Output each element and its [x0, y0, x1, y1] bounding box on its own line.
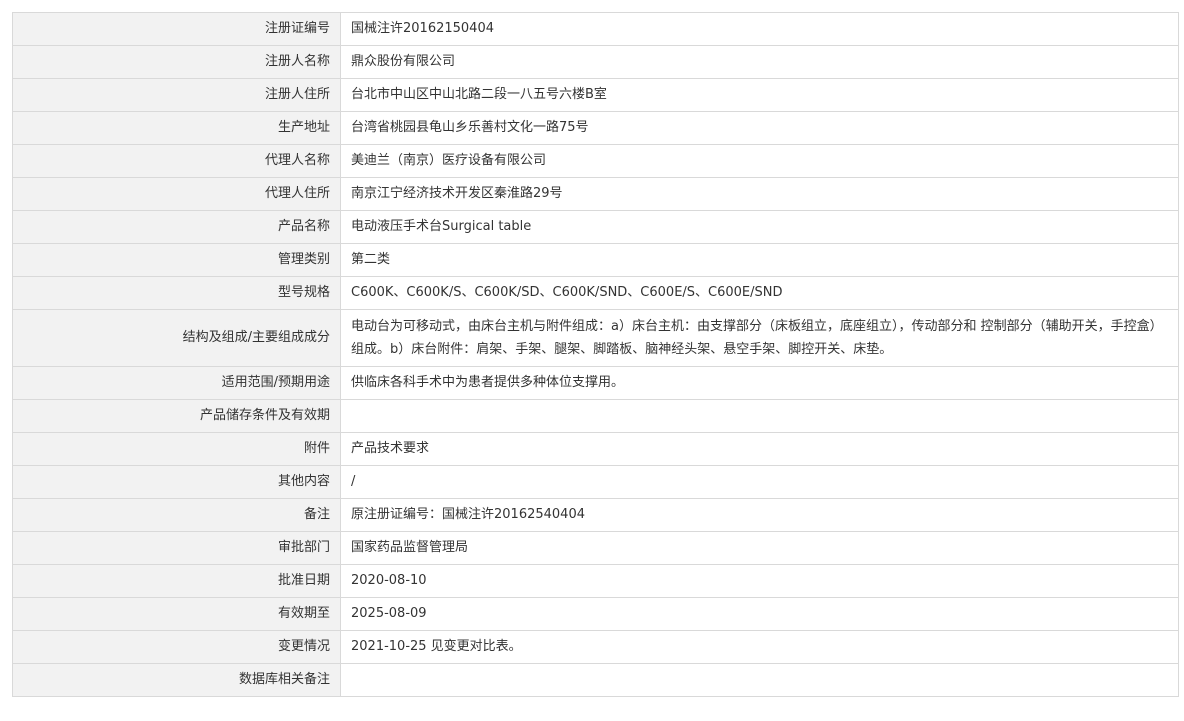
- table-row: 型号规格 C600K、C600K/S、C600K/SD、C600K/SND、C6…: [12, 276, 1179, 310]
- row-label: 代理人名称: [12, 144, 341, 178]
- row-label: 其他内容: [12, 465, 341, 499]
- row-value: 2025-08-09: [340, 597, 1179, 631]
- row-label: 注册证编号: [12, 12, 341, 46]
- row-value: /: [340, 465, 1179, 499]
- row-value: 第二类: [340, 243, 1179, 277]
- row-value: 美迪兰（南京）医疗设备有限公司: [340, 144, 1179, 178]
- row-value: 国家药品监督管理局: [340, 531, 1179, 565]
- table-row: 产品储存条件及有效期: [12, 399, 1179, 433]
- registration-detail-table: 注册证编号 国械注许20162150404 注册人名称 鼎众股份有限公司 注册人…: [12, 12, 1179, 697]
- table-row: 注册人住所 台北市中山区中山北路二段一八五号六楼B室: [12, 78, 1179, 112]
- table-row: 产品名称 电动液压手术台Surgical table: [12, 210, 1179, 244]
- row-label: 备注: [12, 498, 341, 532]
- row-value: 原注册证编号：国械注许20162540404: [340, 498, 1179, 532]
- row-label: 型号规格: [12, 276, 341, 310]
- row-value: 电动液压手术台Surgical table: [340, 210, 1179, 244]
- row-label: 审批部门: [12, 531, 341, 565]
- table-row: 批准日期 2020-08-10: [12, 564, 1179, 598]
- table-row: 有效期至 2025-08-09: [12, 597, 1179, 631]
- row-value: C600K、C600K/S、C600K/SD、C600K/SND、C600E/S…: [340, 276, 1179, 310]
- row-value: 产品技术要求: [340, 432, 1179, 466]
- row-label: 注册人住所: [12, 78, 341, 112]
- row-value: 南京江宁经济技术开发区秦淮路29号: [340, 177, 1179, 211]
- table-row: 变更情况 2021-10-25 见变更对比表。: [12, 630, 1179, 664]
- row-value: 台北市中山区中山北路二段一八五号六楼B室: [340, 78, 1179, 112]
- row-label: 结构及组成/主要组成成分: [12, 309, 341, 367]
- table-row: 注册人名称 鼎众股份有限公司: [12, 45, 1179, 79]
- table-row: 附件 产品技术要求: [12, 432, 1179, 466]
- row-label: 代理人住所: [12, 177, 341, 211]
- row-value: 鼎众股份有限公司: [340, 45, 1179, 79]
- row-value: [340, 399, 1179, 433]
- row-value: 供临床各科手术中为患者提供多种体位支撑用。: [340, 366, 1179, 400]
- row-value: 国械注许20162150404: [340, 12, 1179, 46]
- table-row: 代理人住所 南京江宁经济技术开发区秦淮路29号: [12, 177, 1179, 211]
- table-row: 代理人名称 美迪兰（南京）医疗设备有限公司: [12, 144, 1179, 178]
- row-label: 适用范围/预期用途: [12, 366, 341, 400]
- table-row: 备注 原注册证编号：国械注许20162540404: [12, 498, 1179, 532]
- row-label: 附件: [12, 432, 341, 466]
- row-value: 电动台为可移动式，由床台主机与附件组成：a）床台主机：由支撑部分（床板组立，底座…: [340, 309, 1179, 367]
- row-value: 2020-08-10: [340, 564, 1179, 598]
- table-row: 适用范围/预期用途 供临床各科手术中为患者提供多种体位支撑用。: [12, 366, 1179, 400]
- row-label: 产品名称: [12, 210, 341, 244]
- table-row: 结构及组成/主要组成成分 电动台为可移动式，由床台主机与附件组成：a）床台主机：…: [12, 309, 1179, 367]
- table-row: 管理类别 第二类: [12, 243, 1179, 277]
- row-label: 数据库相关备注: [12, 663, 341, 697]
- table-row: 审批部门 国家药品监督管理局: [12, 531, 1179, 565]
- table-row: 注册证编号 国械注许20162150404: [12, 12, 1179, 46]
- row-label: 批准日期: [12, 564, 341, 598]
- row-label: 有效期至: [12, 597, 341, 631]
- row-label: 变更情况: [12, 630, 341, 664]
- table-row: 数据库相关备注: [12, 663, 1179, 697]
- row-label: 生产地址: [12, 111, 341, 145]
- row-label: 注册人名称: [12, 45, 341, 79]
- row-label: 管理类别: [12, 243, 341, 277]
- row-label: 产品储存条件及有效期: [12, 399, 341, 433]
- row-value: 2021-10-25 见变更对比表。: [340, 630, 1179, 664]
- row-value: 台湾省桃园县龟山乡乐善村文化一路75号: [340, 111, 1179, 145]
- row-value: [340, 663, 1179, 697]
- table-row: 生产地址 台湾省桃园县龟山乡乐善村文化一路75号: [12, 111, 1179, 145]
- table-row: 其他内容 /: [12, 465, 1179, 499]
